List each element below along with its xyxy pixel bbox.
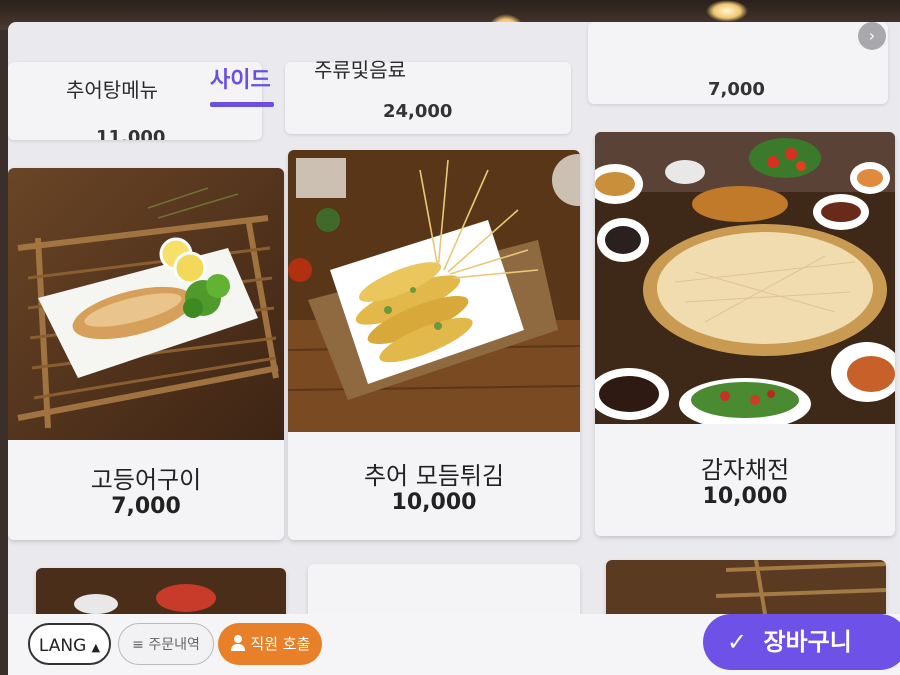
menu-price: 11,000 [96,127,166,140]
menu-image-partial [606,560,886,620]
staff-call-button[interactable]: 직원 호출 [218,623,322,665]
menu-item-name: 고등어구이 [90,466,202,494]
tab-side[interactable]: 사이드 [210,62,271,94]
language-label: LANG [38,636,87,656]
tab-chueotang-menu[interactable]: 추어탕메뉴 [66,74,158,103]
cart-label: 장바구니 [763,628,852,656]
menu-card-partial[interactable]: 7,000 [588,22,888,104]
menu-price: 7,000 [708,79,765,100]
person-icon [230,635,245,651]
chevron-right-icon: › [868,26,876,45]
menu-item-name: 감자채전 [700,456,790,484]
menu-price: 24,000 [383,101,453,122]
menu-item-name: 추어 모듬튀김 [363,462,505,490]
order-history-label: 주문내역 [148,637,200,653]
language-button[interactable]: LANG ▲ [28,623,111,665]
menu-card[interactable]: 감자채전 10,000 [595,132,895,536]
menu-item-price: 7,000 [111,494,181,519]
tab-drinks[interactable]: 주류및음료 [314,54,406,83]
staff-call-label: 직원 호출 [250,635,311,653]
menu-card[interactable]: 추어 모듬튀김 10,000 [288,150,580,540]
menu-item-price: 10,000 [702,484,788,509]
menu-image-grilled-mackerel [8,168,284,440]
menu-card[interactable]: 고등어구이 7,000 [8,168,284,540]
kiosk-screen: 11,000 24,000 7,000 › 추어탕메뉴 사이드 주류및음료 고등… [8,22,900,675]
menu-image-potato-pancake [595,132,895,424]
active-tab-indicator [210,102,274,107]
menu-card-partial[interactable] [606,560,886,620]
cart-button[interactable]: ✓ 장바구니 [703,614,900,670]
ceiling-light [706,0,748,22]
caret-up-icon: ▲ [91,641,101,654]
menu-item-price: 10,000 [391,490,477,515]
check-icon: ✓ [727,628,748,656]
menu-image-fried-assortment [288,150,580,432]
close-button[interactable]: › [858,22,886,50]
order-history-button[interactable]: ≡ 주문내역 [118,623,214,665]
list-icon: ≡ [132,637,144,653]
